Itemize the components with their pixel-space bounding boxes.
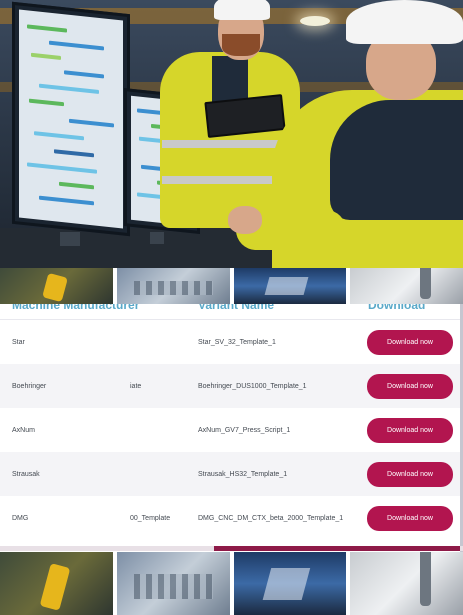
table-row: AxNum AxNum_GV7_Press_Script_1 Download …: [0, 408, 460, 452]
table-row: DMG 00_Template DMG_CNC_DM_CTX_beta_2000…: [0, 496, 460, 540]
table-row: Strausak Strausak_HS32_Template_1 Downlo…: [0, 452, 460, 496]
download-now-button[interactable]: Download now: [367, 506, 453, 531]
variant-cell: Star_SV_32_Template_1: [198, 338, 276, 346]
manufacturer-cell: DMG: [12, 514, 29, 522]
header-download: Download: [368, 304, 426, 312]
download-now-button[interactable]: Download now: [367, 374, 453, 399]
robot-arm-thumbnail: [0, 552, 113, 615]
variant-cell: DMG_CNC_DM_CTX_beta_2000_Template_1: [198, 514, 344, 522]
header-variant-name: Variant Name: [198, 304, 275, 312]
drill-thumbnail: [350, 552, 463, 615]
monitor-screen: [19, 9, 123, 229]
manufacturer-cell: Strausak: [12, 470, 40, 478]
table-row: Star Star_SV_32_Template_1 Download now: [0, 320, 460, 364]
thumbnail-strip-top: [0, 268, 463, 304]
thumbnail-strip-bottom: [0, 552, 463, 615]
engine-thumbnail: [116, 552, 230, 615]
variant-cell: Strausak_HS32_Template_1: [198, 470, 288, 478]
template-cell: iate: [130, 382, 142, 390]
manufacturer-cell: Boehringer: [12, 382, 47, 390]
download-now-button[interactable]: Download now: [367, 418, 453, 443]
drill-thumbnail: [350, 268, 463, 304]
hero-image: [0, 0, 463, 268]
variant-cell: Boehringer_DUS1000_Template_1: [198, 382, 307, 390]
table-body: Star Star_SV_32_Template_1 Download now …: [0, 320, 460, 540]
header-machine-manufacturer: Machine Manufacturer: [12, 304, 140, 312]
factory-hall-thumbnail: [233, 552, 347, 615]
table-header: Machine Manufacturer Variant Name Downlo…: [0, 304, 460, 320]
horizontal-scrollbar[interactable]: [0, 546, 463, 551]
monitor-stand: [150, 232, 164, 244]
robot-arm-thumbnail: [0, 268, 113, 304]
table-row: Boehringer iate Boehringer_DUS1000_Templ…: [0, 364, 460, 408]
ceiling-light: [300, 16, 330, 26]
factory-hall-thumbnail: [233, 268, 347, 304]
scrollbar-thumb[interactable]: [214, 546, 460, 551]
download-now-button[interactable]: Download now: [367, 330, 453, 355]
engine-thumbnail: [116, 268, 230, 304]
download-now-button[interactable]: Download now: [367, 462, 453, 487]
template-cell: 00_Template: [130, 514, 171, 522]
variant-cell: AxNum_GV7_Press_Script_1: [198, 426, 291, 434]
monitor-stand: [60, 232, 80, 246]
manufacturer-cell: AxNum: [12, 426, 35, 434]
monitor-left: [12, 1, 130, 237]
manufacturer-cell: Star: [12, 338, 25, 346]
download-table: Machine Manufacturer Variant Name Downlo…: [0, 304, 463, 552]
